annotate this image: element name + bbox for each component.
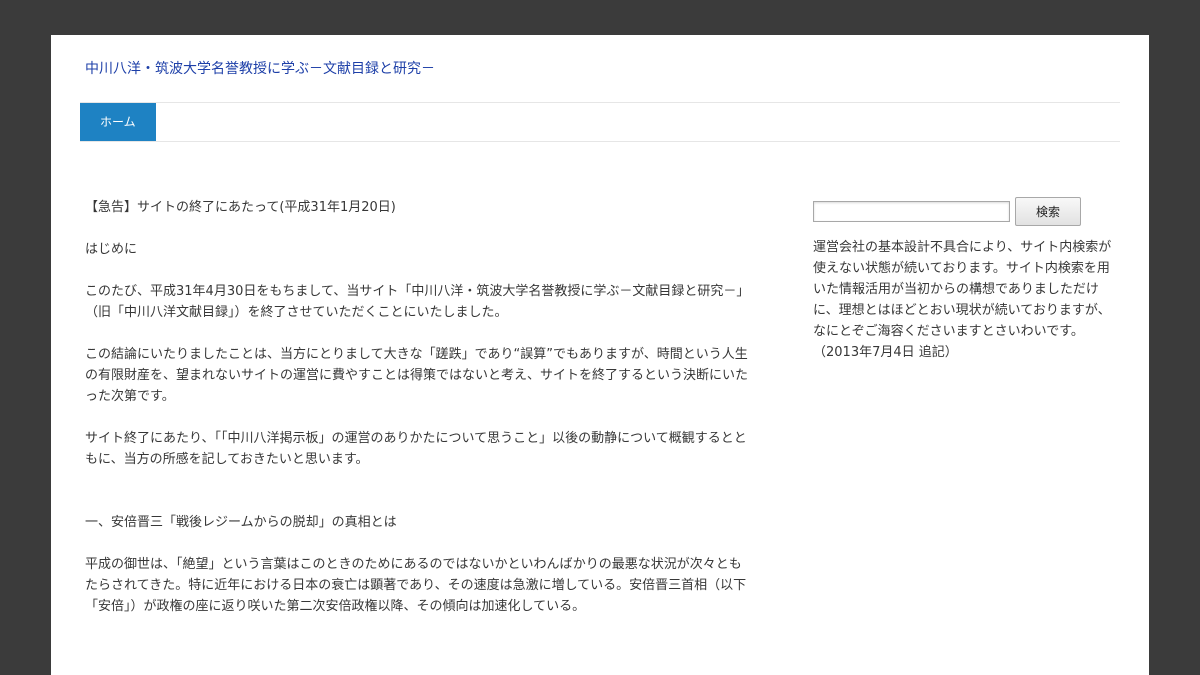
- article-paragraph: 平成の御世は、「絶望」という言葉はこのときのためにあるのではないかといわんばかり…: [85, 557, 747, 614]
- search-form: 検索: [813, 197, 1113, 226]
- sidebar: 検索 運営会社の基本設計不具合により、サイト内検索が使えない状態が続いております…: [813, 197, 1113, 363]
- main-nav: ホーム: [80, 103, 156, 141]
- article-heading: 【急告】サイトの終了にあたって(平成31年1月20日): [85, 200, 396, 215]
- article-paragraph: サイト終了にあたり、「「中川八洋掲示板」の運営のありかたについて思うこと」以後の…: [85, 431, 747, 467]
- section-heading-intro: はじめに: [85, 242, 138, 257]
- nav-bottom-divider: [80, 141, 1120, 142]
- article-paragraph: この結論にいたりましたことは、当方にとりまして大きな「蹉跌」であり“誤算”でもあ…: [85, 347, 749, 404]
- article-content: 【急告】サイトの終了にあたって(平成31年1月20日) はじめに このたび、平成…: [85, 197, 750, 638]
- search-input[interactable]: [813, 201, 1010, 222]
- page-container: 中川八洋・筑波大学名誉教授に学ぶ－文献目録と研究－ ホーム 【急告】サイトの終了…: [51, 35, 1149, 675]
- nav-top-divider: [80, 102, 1120, 103]
- site-title-link[interactable]: 中川八洋・筑波大学名誉教授に学ぶ－文献目録と研究－: [85, 59, 435, 79]
- search-button[interactable]: 検索: [1015, 197, 1081, 226]
- sidebar-notice: 運営会社の基本設計不具合により、サイト内検索が使えない状態が続いております。サイ…: [813, 240, 1112, 360]
- nav-item-home[interactable]: ホーム: [80, 103, 156, 141]
- section-heading-one: 一、安倍晋三「戦後レジームからの脱却」の真相とは: [85, 515, 397, 530]
- article-paragraph: このたび、平成31年4月30日をもちまして、当サイト「中川八洋・筑波大学名誉教授…: [85, 284, 750, 320]
